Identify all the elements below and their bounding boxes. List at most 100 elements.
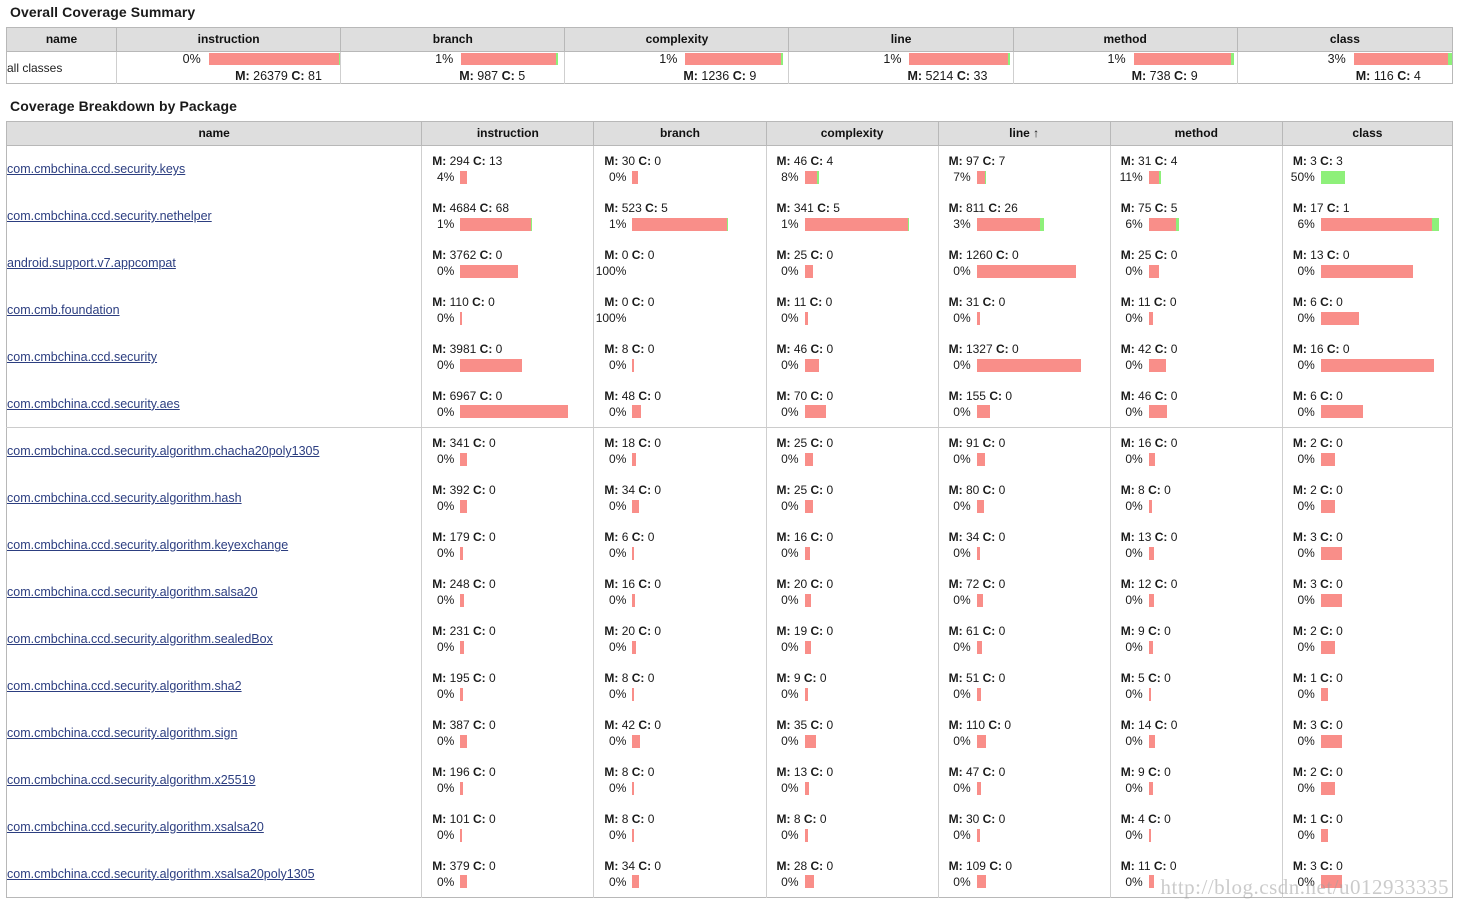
package-link[interactable]: com.cmbchina.ccd.security.algorithm.hash	[7, 491, 242, 505]
metric-stack: M: 11 C: 0 0%	[1111, 859, 1282, 889]
metric-stack: M: 3 C: 0 0%	[1283, 577, 1452, 607]
package-col-header-line[interactable]: line ↑	[938, 121, 1111, 146]
summary-col-header-method[interactable]: method	[1013, 27, 1238, 52]
coverage-bar	[1320, 640, 1335, 654]
coverage-bar-line: 0%	[1283, 734, 1452, 748]
missed-covered-counts: M: 25 C: 0	[776, 483, 834, 497]
coverage-bar	[632, 593, 636, 607]
coverage-bar	[804, 875, 814, 889]
coverage-bar	[1320, 828, 1328, 842]
bar-missed-segment	[804, 217, 908, 231]
package-link[interactable]: com.cmbchina.ccd.security.algorithm.xsal…	[7, 867, 315, 881]
bar-missed-segment	[1320, 358, 1434, 372]
missed-covered-counts: M: 28 C: 0	[776, 858, 834, 873]
package-cell-complexity: M: 70 C: 0 0%	[766, 380, 939, 428]
coverage-percent: 0%	[1125, 264, 1143, 278]
summary-col-header-instruction[interactable]: instruction	[116, 27, 342, 52]
coverage-bar	[1320, 499, 1335, 513]
coverage-bar-line: 0%	[1283, 640, 1452, 654]
package-link[interactable]: com.cmbchina.ccd.security.algorithm.sha2	[7, 679, 242, 693]
coverage-bar-line: 4%	[422, 170, 593, 184]
package-cell-line: M: 811 C: 26 3%	[938, 192, 1111, 240]
package-cell-instruction: M: 248 C: 0 0%	[421, 568, 595, 616]
metric-stack: M: 16 C: 0 0%	[767, 530, 938, 560]
bar-missed-segment	[1148, 452, 1155, 466]
coverage-bar	[1320, 546, 1342, 560]
bar-missed-segment	[460, 452, 468, 466]
coverage-percent: 0%	[1297, 640, 1315, 654]
package-link[interactable]: android.support.v7.appcompat	[7, 256, 176, 270]
coverage-bar-line: 0%	[594, 405, 765, 419]
package-link[interactable]: com.cmbchina.ccd.security.nethelper	[7, 209, 212, 223]
coverage-bar	[804, 264, 813, 278]
package-col-header-complexity[interactable]: complexity	[766, 121, 939, 146]
package-link[interactable]: com.cmbchina.ccd.security.algorithm.sign	[7, 726, 237, 740]
package-cell-line: M: 155 C: 0 0%	[938, 380, 1111, 428]
summary-col-header-name[interactable]: name	[6, 27, 118, 52]
summary-col-header-line[interactable]: line	[788, 27, 1014, 52]
summary-cell-branch: 1% M: 987 C: 5	[340, 51, 566, 84]
missed-covered-counts: M: 341 C: 0	[432, 436, 496, 451]
package-cell-method: M: 12 C: 0 0%	[1110, 568, 1283, 616]
bar-missed-segment	[632, 640, 637, 654]
metric-stack: M: 294 C: 13 4%	[422, 154, 593, 184]
coverage-bar-line: 0%	[1283, 687, 1452, 701]
table-row: com.cmb.foundation M: 110 C: 0 0% M: 0 C: 0…	[6, 286, 1453, 334]
coverage-bar	[1320, 311, 1359, 325]
summary-col-header-class[interactable]: class	[1237, 27, 1453, 52]
bar-missed-segment	[1320, 405, 1363, 419]
package-link[interactable]: com.cmbchina.ccd.security.algorithm.seal…	[7, 632, 273, 646]
coverage-percent: 0%	[781, 452, 799, 467]
metric-stack: M: 8 C: 0 0%	[594, 812, 765, 842]
package-col-header-branch[interactable]: branch	[593, 121, 767, 146]
package-cell-complexity: M: 11 C: 0 0%	[766, 286, 939, 334]
package-link[interactable]: com.cmb.foundation	[7, 303, 120, 317]
missed-covered-counts: M: 8 C: 0	[776, 812, 827, 826]
package-name-cell: android.support.v7.appcompat	[6, 239, 423, 287]
summary-col-header-complexity[interactable]: complexity	[564, 27, 790, 52]
metric-stack: M: 9 C: 0 0%	[1111, 624, 1282, 654]
coverage-bar	[804, 640, 811, 654]
package-link[interactable]: com.cmbchina.ccd.security.aes	[7, 397, 180, 411]
bar-covered-segment	[531, 217, 533, 231]
coverage-bar-line: 0%	[422, 311, 593, 325]
missed-covered-counts: M: 101 C: 0	[432, 812, 496, 826]
metric-stack: M: 13 C: 0 0%	[1283, 248, 1452, 278]
bar-missed-segment	[1320, 828, 1328, 842]
coverage-percent: 0%	[436, 734, 455, 748]
bar-missed-segment	[1148, 358, 1166, 372]
package-col-header-name[interactable]: name	[6, 121, 423, 146]
package-cell-instruction: M: 179 C: 0 0%	[421, 521, 595, 569]
metric-stack: 1% M: 738 C: 9	[1014, 52, 1237, 83]
package-link[interactable]: com.cmbchina.ccd.security.algorithm.keye…	[7, 538, 288, 552]
metric-stack: 3% M: 116 C: 4	[1238, 52, 1452, 83]
missed-covered-counts: M: 1 C: 0	[1292, 671, 1343, 685]
package-link[interactable]: com.cmbchina.ccd.security.algorithm.x255…	[7, 773, 256, 787]
package-col-header-class[interactable]: class	[1282, 121, 1453, 146]
coverage-bar	[632, 217, 729, 231]
coverage-bar-line: 0%	[422, 546, 593, 560]
package-cell-instruction: M: 341 C: 0 0%	[421, 427, 595, 475]
metric-stack: M: 341 C: 0 0%	[422, 436, 593, 466]
coverage-percent: 0%	[953, 593, 971, 607]
coverage-bar	[632, 828, 635, 842]
package-col-header-method[interactable]: method	[1110, 121, 1283, 146]
coverage-percent: 0%	[609, 687, 627, 701]
coverage-bar	[1320, 452, 1335, 466]
package-link[interactable]: com.cmbchina.ccd.security.algorithm.chac…	[7, 444, 319, 458]
package-link[interactable]: com.cmbchina.ccd.security	[7, 350, 157, 364]
metric-stack: M: 379 C: 0 0%	[422, 859, 593, 889]
package-col-header-instruction[interactable]: instruction	[421, 121, 595, 146]
metric-stack: M: 46 C: 4 8%	[767, 154, 938, 184]
package-link[interactable]: com.cmbchina.ccd.security.algorithm.xsal…	[7, 820, 264, 834]
bar-missed-segment	[632, 452, 637, 466]
summary-col-header-branch[interactable]: branch	[340, 27, 566, 52]
coverage-percent: 0%	[436, 264, 455, 278]
package-link[interactable]: com.cmbchina.ccd.security.keys	[7, 162, 185, 176]
bar-missed-segment	[461, 53, 557, 65]
coverage-percent: 0%	[781, 264, 799, 278]
bar-missed-segment	[1148, 687, 1151, 701]
coverage-percent: 0%	[609, 452, 627, 467]
package-link[interactable]: com.cmbchina.ccd.security.algorithm.sals…	[7, 585, 258, 599]
coverage-percent: 0%	[953, 640, 971, 654]
